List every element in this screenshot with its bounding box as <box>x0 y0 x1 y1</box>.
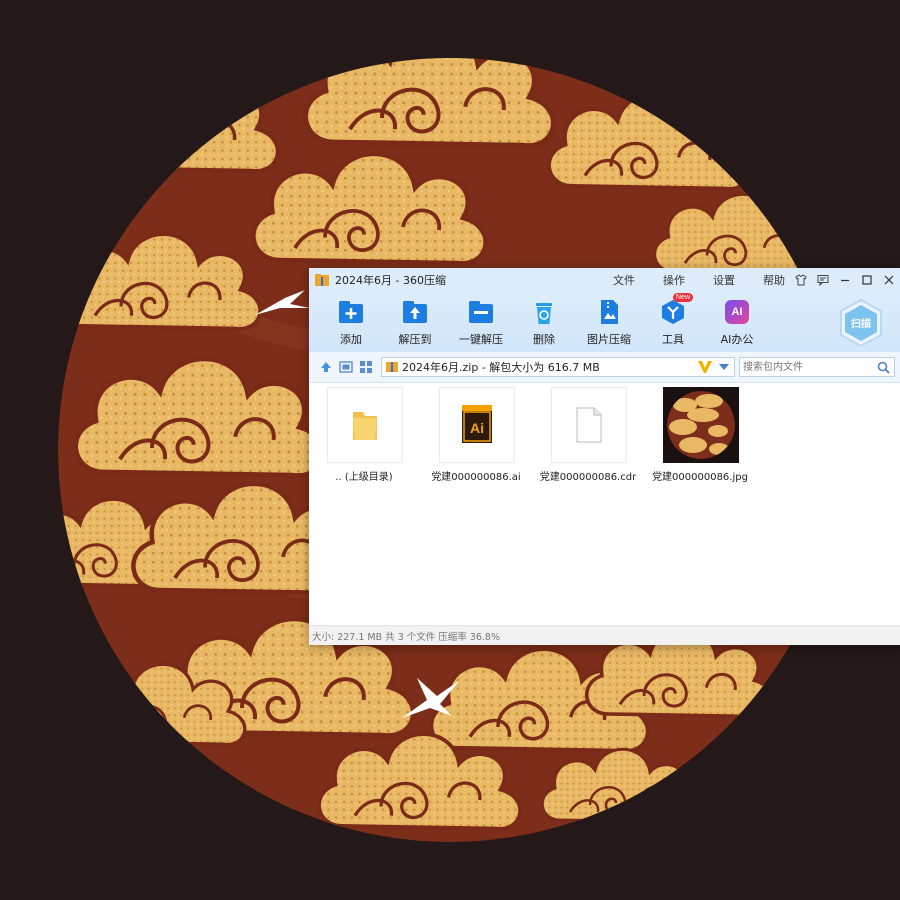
file-item-ai[interactable]: Ai 党建000000086.ai <box>421 387 531 487</box>
illustrator-file-icon-text: Ai <box>470 420 484 436</box>
shirt-icon <box>795 274 807 286</box>
search-icon[interactable] <box>877 361 890 374</box>
v-logo-icon[interactable] <box>698 361 712 373</box>
maximize-icon <box>862 275 872 285</box>
file-name: 党建000000086.cdr <box>539 472 637 483</box>
one-click-extract-label: 一键解压 <box>459 333 503 346</box>
zip-file-icon <box>386 362 398 372</box>
scan-label: 扫描 <box>851 317 871 330</box>
add-label: 添加 <box>340 333 362 346</box>
extract-to-icon <box>403 301 427 323</box>
one-click-extract-icon <box>469 301 493 323</box>
file-name: .. (上级目录) <box>335 472 393 483</box>
path-field[interactable]: 2024年6月.zip - 解包大小为 616.7 MB <box>381 357 735 377</box>
ai-office-label: AI办公 <box>720 333 754 346</box>
window-controls <box>790 268 900 292</box>
delete-label: 删除 <box>533 333 555 346</box>
close-button[interactable] <box>878 268 900 292</box>
image-compress-label: 图片压缩 <box>587 333 631 346</box>
tools-button[interactable]: New 工具 <box>641 293 705 348</box>
file-item-jpg[interactable]: 党建000000086.jpg <box>645 387 755 487</box>
skin-button[interactable] <box>790 268 812 292</box>
file-item-parent-folder[interactable]: .. (上级目录) <box>309 387 419 487</box>
delete-button[interactable]: 删除 <box>512 296 576 348</box>
file-name: 党建000000086.jpg <box>652 472 748 483</box>
scan-button[interactable]: 扫描 <box>837 298 885 348</box>
toolbar: 添加 解压到 一键解压 删除 图片压缩 New 工具 AI AI办公 扫描 <box>309 292 900 352</box>
extract-to-button[interactable]: 解压到 <box>383 296 447 348</box>
file-list: .. (上级目录) Ai 党建000000086.ai 党建000000086.… <box>309 383 900 625</box>
one-click-extract-button[interactable]: 一键解压 <box>449 296 513 348</box>
extract-to-label: 解压到 <box>398 333 432 346</box>
add-button[interactable]: 添加 <box>319 296 383 348</box>
menu-help[interactable]: 帮助 <box>763 272 785 288</box>
menu-operate[interactable]: 操作 <box>663 272 685 288</box>
new-badge: New <box>673 293 694 302</box>
archive-app-icon <box>315 274 329 286</box>
image-compress-button[interactable]: 图片压缩 <box>577 296 641 348</box>
minimize-button[interactable] <box>834 268 856 292</box>
tools-icon <box>662 300 684 324</box>
image-thumbnail <box>663 387 739 463</box>
status-text: 大小: 227.1 MB 共 3 个文件 压缩率 36.8% <box>312 632 500 643</box>
menu-file[interactable]: 文件 <box>613 272 635 288</box>
ai-office-icon-text: AI <box>731 306 743 318</box>
archive-window: 2024年6月 - 360压缩 文件 操作 设置 帮助 添加 解压到 一键解压 … <box>309 268 900 645</box>
generic-file-icon <box>576 407 602 443</box>
search-input[interactable] <box>739 357 895 377</box>
grid-view-icon[interactable] <box>359 360 373 374</box>
feedback-button[interactable] <box>812 268 834 292</box>
status-bar: 大小: 227.1 MB 共 3 个文件 压缩率 36.8% <box>309 625 900 645</box>
address-bar: 2024年6月.zip - 解包大小为 616.7 MB <box>309 352 900 383</box>
file-name: 党建000000086.ai <box>431 472 521 483</box>
folder-icon <box>353 412 377 440</box>
path-dropdown-icon[interactable] <box>719 364 729 370</box>
close-icon <box>884 275 894 285</box>
maximize-button[interactable] <box>856 268 878 292</box>
message-icon <box>817 275 829 286</box>
path-text: 2024年6月.zip - 解包大小为 616.7 MB <box>402 361 600 374</box>
add-icon <box>339 301 363 323</box>
menu-bar: 文件 操作 设置 帮助 <box>613 268 813 292</box>
illustrator-file-icon: Ai <box>462 405 492 443</box>
up-arrow-icon[interactable] <box>319 360 333 374</box>
window-title: 2024年6月 - 360压缩 <box>335 274 446 287</box>
menu-settings[interactable]: 设置 <box>713 272 735 288</box>
file-item-cdr[interactable]: 党建000000086.cdr <box>533 387 643 487</box>
detail-view-icon[interactable] <box>339 360 353 374</box>
minimize-icon <box>841 279 849 282</box>
delete-icon <box>536 303 552 324</box>
image-compress-icon <box>601 300 618 324</box>
title-bar[interactable]: 2024年6月 - 360压缩 文件 操作 设置 帮助 <box>309 268 900 292</box>
tools-label: 工具 <box>662 333 684 346</box>
ai-office-button[interactable]: AI AI办公 <box>705 296 769 348</box>
ai-office-icon: AI <box>725 300 749 324</box>
